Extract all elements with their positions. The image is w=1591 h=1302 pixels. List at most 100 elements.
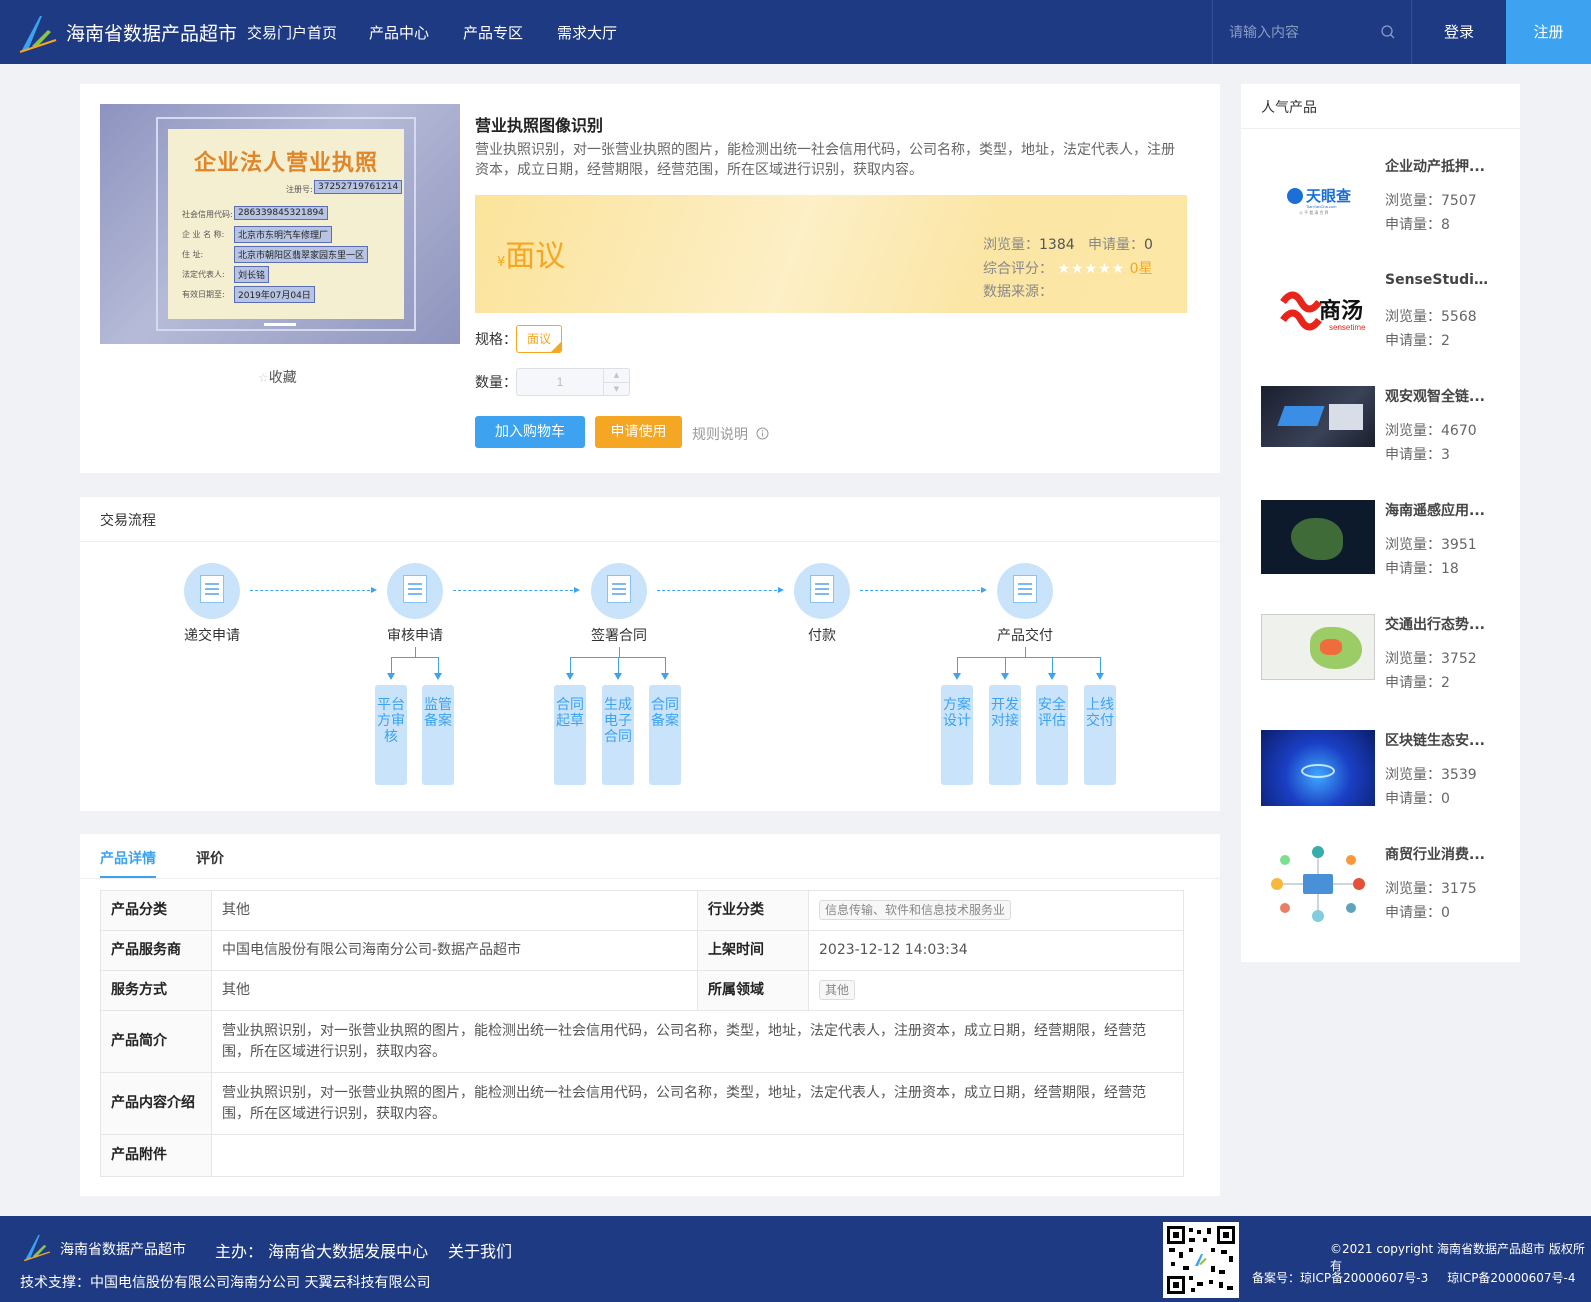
license-field-label: 有效日期至:	[182, 290, 225, 299]
detail-value: 信息传输、软件和信息技术服务业	[808, 890, 1184, 931]
detail-value: 其他	[808, 970, 1184, 1011]
license-title: 企业法人营业执照	[193, 151, 378, 176]
popular-item-title[interactable]: 交通出行态势...	[1385, 614, 1495, 634]
info-icon	[756, 427, 769, 440]
increase-icon[interactable]: ▲	[604, 369, 629, 382]
popular-item-title[interactable]: SenseStudio...	[1385, 272, 1495, 288]
trade-flow-card: 交易流程 递交申请 审核申请 签署合同 付款 产品交付 平台方审核 监管备案 合…	[80, 497, 1220, 811]
popular-products-sidebar: 人气产品 天眼查 TianYanCha.com 公 平 看 清 世 界 企业动产…	[1241, 84, 1520, 962]
arrow-down-icon	[434, 673, 442, 680]
quantity-label: 数量：	[475, 375, 517, 391]
flow-step-label: 审核申请	[387, 628, 443, 644]
search-input[interactable]	[1229, 22, 1369, 44]
popular-item-applies: 申请量：2	[1385, 333, 1450, 349]
nav-home[interactable]: 交易门户首页	[247, 22, 337, 43]
detail-key: 产品服务商	[100, 930, 212, 971]
tab-reviews[interactable]: 评价	[196, 848, 224, 868]
license-field-label: 住 址:	[182, 250, 204, 259]
site-logo[interactable]	[18, 12, 58, 54]
popular-item-title[interactable]: 企业动产抵押...	[1385, 156, 1495, 176]
license-frame: 企业法人营业执照 注册号: 37252719761214 社会信用代码: 286…	[156, 117, 416, 331]
sidebar-title: 人气产品	[1261, 100, 1317, 116]
flow-step-label: 签署合同	[591, 628, 647, 644]
nav-demand-hall[interactable]: 需求大厅	[557, 22, 617, 43]
product-delivery-icon	[997, 563, 1053, 619]
traffic-map-thumbnail	[1261, 614, 1375, 680]
branch-line	[1100, 657, 1101, 673]
add-to-cart-button[interactable]: 加入购物车	[475, 416, 585, 448]
popular-item[interactable]: 区块链生态安... 浏览量：3539 申请量：0	[1261, 730, 1511, 830]
branch-line	[957, 657, 1101, 658]
detail-key: 产品分类	[100, 890, 212, 931]
nav-product-zone[interactable]: 产品专区	[463, 22, 523, 43]
blockchain-thumbnail	[1261, 730, 1375, 806]
sub-step: 监管备案	[422, 685, 454, 785]
trade-flow-header: 交易流程	[80, 497, 1220, 542]
star-icon: ☆	[258, 371, 269, 385]
popular-item-views: 浏览量：5568	[1385, 309, 1477, 325]
sub-step: 生成电子合同	[602, 685, 634, 785]
footer-logo	[23, 1234, 51, 1262]
nav-product-center[interactable]: 产品中心	[369, 22, 429, 43]
industry-tag: 信息传输、软件和信息技术服务业	[819, 900, 1012, 920]
top-header: 海南省数据产品超市 交易门户首页 产品中心 产品专区 需求大厅 登录 注册	[0, 0, 1591, 64]
popular-item[interactable]: 观安观智全链... 浏览量：4670 申请量：3	[1261, 386, 1511, 486]
license-field-value: 286339845321894	[234, 206, 328, 220]
popular-item-applies: 申请量：0	[1385, 791, 1450, 807]
license-field-value: 2019年07月04日	[234, 286, 315, 303]
about-us-link[interactable]: 关于我们	[448, 1238, 512, 1262]
detail-tabs: 产品详情 评价	[80, 834, 1220, 879]
popular-item[interactable]: 商贸行业消费... 浏览量：3175 申请量：0	[1261, 844, 1511, 944]
rating-stars-icon[interactable]: ★★★★★	[1057, 261, 1125, 277]
site-title[interactable]: 海南省数据产品超市	[66, 19, 237, 46]
popular-item-title[interactable]: 观安观智全链...	[1385, 386, 1495, 406]
flow-arrow	[657, 587, 784, 593]
rules-link[interactable]: 规则说明	[692, 424, 769, 444]
rules-label: 规则说明	[692, 427, 748, 443]
sidebar-header: 人气产品	[1241, 84, 1520, 129]
license-field-label: 社会信用代码:	[182, 210, 233, 219]
license-field-label: 企 业 名 称:	[182, 230, 225, 239]
quantity-input[interactable]	[517, 369, 603, 395]
popular-item[interactable]: 天眼查 TianYanCha.com 公 平 看 清 世 界 企业动产抵押...…	[1261, 156, 1511, 256]
favorite-button[interactable]: ☆收藏	[258, 367, 297, 387]
popular-item-title[interactable]: 海南遥感应用...	[1385, 500, 1495, 520]
detail-value: 其他	[211, 890, 698, 931]
table-row: 产品附件	[100, 1134, 1184, 1177]
flow-arrow	[250, 587, 377, 593]
popular-item-title[interactable]: 区块链生态安...	[1385, 730, 1495, 750]
popular-item-views: 浏览量：3175	[1385, 881, 1477, 897]
license-field-value: 刘长铭	[234, 266, 270, 283]
spec-label: 规格：	[475, 332, 517, 348]
product-description: 营业执照识别，对一张营业执照的图片，能检测出统一社会信用代码，公司名称，类型，地…	[475, 142, 1175, 178]
popular-item-applies: 申请量：0	[1385, 905, 1450, 921]
register-button[interactable]: 注册	[1506, 0, 1591, 64]
page-footer: 海南省数据产品超市 主办： 海南省大数据发展中心 关于我们 技术支撑：中国电信股…	[0, 1216, 1591, 1302]
rating-line: 综合评分： ★★★★★ 0星	[983, 258, 1153, 278]
footer-icp[interactable]: 备案号：琼ICP备20000607号-3 琼ICP备20000607号-4	[1252, 1269, 1575, 1286]
detail-key: 服务方式	[100, 970, 212, 1011]
data-source-label: 数据来源：	[983, 284, 1053, 300]
tab-product-detail[interactable]: 产品详情	[100, 848, 156, 868]
quantity-stepper: ▲ ▼	[516, 368, 630, 396]
payment-icon	[794, 563, 850, 619]
decrease-icon[interactable]: ▼	[604, 382, 629, 395]
branch-line	[618, 657, 619, 673]
product-image[interactable]: 企业法人营业执照 注册号: 37252719761214 社会信用代码: 286…	[100, 104, 460, 344]
rating-value: 0星	[1129, 261, 1153, 277]
product-card: 企业法人营业执照 注册号: 37252719761214 社会信用代码: 286…	[80, 84, 1220, 473]
carousel-indicator[interactable]	[264, 323, 296, 326]
search-box	[1212, 0, 1412, 64]
branch-line	[438, 657, 439, 673]
popular-item[interactable]: 交通出行态势... 浏览量：3752 申请量：2	[1261, 614, 1511, 714]
login-button[interactable]: 登录	[1412, 0, 1506, 64]
spec-option[interactable]: 面议	[516, 325, 562, 353]
search-icon[interactable]	[1381, 25, 1395, 39]
rating-label: 综合评分：	[983, 261, 1053, 277]
popular-item-title[interactable]: 商贸行业消费...	[1385, 844, 1495, 864]
popular-item[interactable]: 海南遥感应用... 浏览量：3951 申请量：18	[1261, 500, 1511, 600]
apply-button[interactable]: 申请使用	[595, 416, 682, 448]
commerce-network-thumbnail	[1261, 844, 1375, 924]
detail-key: 产品简介	[100, 1010, 212, 1073]
popular-item[interactable]: 商汤 sensetime SenseStudio... 浏览量：5568 申请量…	[1261, 272, 1511, 372]
